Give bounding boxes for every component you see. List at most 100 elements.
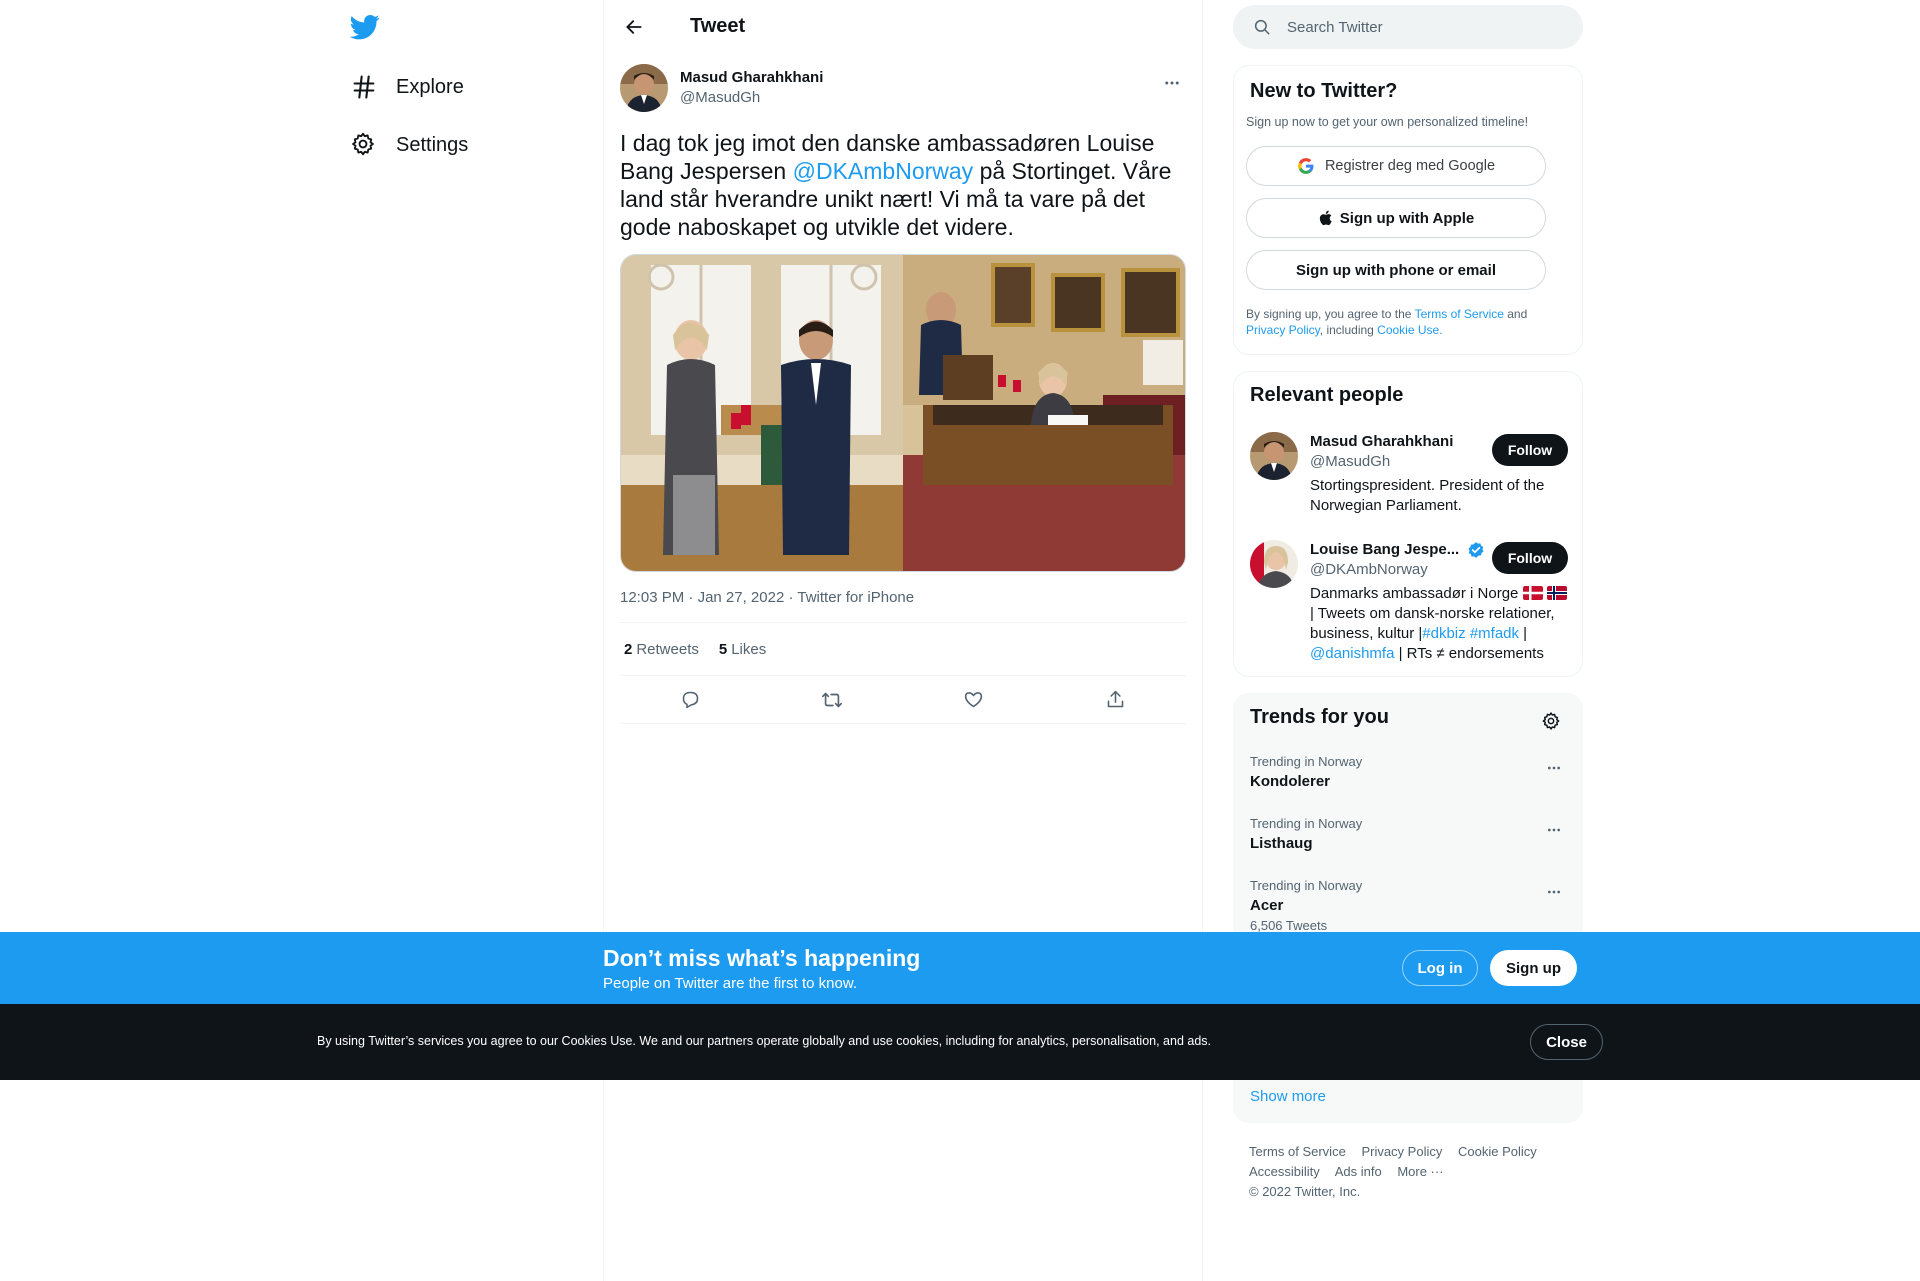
footer-more-link[interactable]: More ···	[1397, 1164, 1443, 1179]
search-input[interactable]	[1287, 18, 1547, 36]
tweet-time[interactable]: 12:03 PM	[620, 589, 684, 606]
separator: ·	[688, 589, 694, 606]
tweet-actions	[620, 676, 1186, 724]
relevant-people-card: Relevant people Masud Gharahkhani @Masud…	[1233, 371, 1583, 677]
cookie-close-button[interactable]: Close	[1530, 1024, 1603, 1060]
tweet-meta: 12:03 PM · Jan 27, 2022 · Twitter for iP…	[620, 589, 1186, 623]
share-icon[interactable]	[1098, 683, 1132, 717]
legal-including: , including	[1319, 323, 1378, 337]
person-bio: Danmarks ambassadør i Norge | Tweets om …	[1310, 584, 1568, 664]
phone-email-signup-button[interactable]: Sign up with phone or email	[1246, 250, 1546, 290]
tweet-source[interactable]: Twitter for iPhone	[797, 589, 914, 606]
avatar[interactable]	[620, 64, 668, 112]
person-name-text: Louise Bang Jespe...	[1310, 541, 1460, 558]
google-icon	[1297, 157, 1315, 175]
footer-link[interactable]: Cookie Policy	[1458, 1144, 1537, 1159]
tweet: Masud Gharahkhani @MasudGh I dag tok jeg…	[604, 53, 1202, 724]
signup-banner-subtitle: People on Twitter are the first to know.	[603, 975, 858, 992]
trend-name: Listhaug	[1250, 835, 1313, 852]
trends-settings-gear-icon[interactable]	[1536, 706, 1566, 736]
tweet-stats: 2 Retweets 5 Likes	[620, 623, 1186, 676]
signup-banner-title: Don’t miss what’s happening	[603, 945, 921, 971]
card-title: Relevant people	[1250, 384, 1404, 406]
tweet-mention-link[interactable]: @DKAmbNorway	[793, 158, 974, 184]
likes-count: 5	[718, 640, 728, 658]
trend-context: Trending in Norway	[1250, 754, 1363, 769]
footer-link[interactable]: Privacy Policy	[1361, 1144, 1442, 1159]
author-handle[interactable]: @MasudGh	[680, 88, 823, 108]
trend-context: Trending in Norway	[1250, 816, 1363, 831]
card-subtitle: Sign up now to get your own personalized…	[1246, 115, 1529, 129]
signup-legal-text: By signing up, you agree to the Terms of…	[1246, 306, 1566, 338]
trend-item[interactable]: Trending in Norway Listhaug	[1250, 816, 1568, 854]
google-signup-button[interactable]: Registrer deg med Google	[1246, 146, 1546, 186]
author-name[interactable]: Masud Gharahkhani	[680, 68, 823, 88]
search-icon	[1253, 18, 1271, 36]
nav-label-explore: Explore	[396, 75, 464, 98]
signup-button[interactable]: Sign up	[1490, 950, 1577, 986]
mention-link[interactable]: @danishmfa	[1310, 645, 1394, 662]
footer-link[interactable]: Terms of Service	[1249, 1144, 1346, 1159]
nav-label-settings: Settings	[396, 133, 469, 156]
terms-link[interactable]: Terms of Service	[1415, 307, 1504, 321]
cookie-banner: By using Twitter’s services you agree to…	[0, 1004, 1920, 1080]
gear-icon	[350, 131, 378, 159]
search-box[interactable]	[1233, 5, 1583, 49]
bio-text: Danmarks ambassadør i Norge	[1310, 585, 1519, 602]
tweet-date[interactable]: Jan 27, 2022	[698, 589, 785, 606]
reply-icon[interactable]	[674, 683, 708, 717]
cookie-use-link[interactable]: Cookie Use.	[1377, 323, 1442, 337]
trend-context: Trending in Norway	[1250, 878, 1363, 893]
verified-badge-icon	[1467, 541, 1485, 559]
apple-icon	[1318, 209, 1334, 227]
more-options-icon[interactable]	[1540, 816, 1568, 844]
trend-item[interactable]: Trending in Norway Acer 6,506 Tweets	[1250, 878, 1568, 934]
likes-label: Likes	[731, 640, 767, 658]
legal-and: and	[1503, 307, 1528, 321]
person-handle[interactable]: @MasudGh	[1310, 452, 1453, 472]
hashtag-link[interactable]: #dkbiz	[1422, 625, 1465, 642]
denmark-flag-icon	[1522, 586, 1543, 600]
tweet-photo[interactable]	[621, 255, 903, 571]
card-title: Trends for you	[1250, 706, 1389, 728]
bio-text: |	[1519, 625, 1528, 642]
retweets-label: Retweets	[636, 640, 699, 658]
trend-name: Kondolerer	[1250, 773, 1331, 790]
nav-item-explore[interactable]: Explore	[350, 63, 464, 111]
footer-links: Terms of Service Privacy Policy Cookie P…	[1249, 1142, 1579, 1202]
back-arrow-icon[interactable]	[620, 13, 648, 41]
retweet-icon[interactable]	[815, 683, 849, 717]
likes-stat[interactable]: 5 Likes	[719, 641, 766, 658]
avatar[interactable]	[1250, 540, 1298, 588]
like-heart-icon[interactable]	[957, 683, 991, 717]
hashtag-icon	[350, 73, 378, 101]
footer-link[interactable]: Ads info	[1335, 1164, 1382, 1179]
retweets-stat[interactable]: 2 Retweets	[624, 641, 699, 658]
apple-signup-button[interactable]: Sign up with Apple	[1246, 198, 1546, 238]
hashtag-link[interactable]: #mfadk	[1470, 625, 1519, 642]
show-more-link[interactable]: Show more	[1250, 1088, 1326, 1105]
signup-banner: Don’t miss what’s happening People on Tw…	[0, 932, 1920, 1004]
card-title: New to Twitter?	[1250, 80, 1398, 102]
tweet-text: I dag tok jeg imot den danske ambassadør…	[620, 129, 1186, 241]
tweet-photo[interactable]	[903, 255, 1185, 571]
person-handle[interactable]: @DKAmbNorway	[1310, 560, 1485, 580]
more-options-icon[interactable]	[1540, 878, 1568, 906]
person-name[interactable]: Masud Gharahkhani	[1310, 432, 1453, 452]
follow-button[interactable]: Follow	[1492, 434, 1568, 466]
privacy-link[interactable]: Privacy Policy	[1246, 323, 1320, 337]
twitter-bird-icon[interactable]	[350, 12, 382, 44]
login-button[interactable]: Log in	[1402, 950, 1478, 986]
avatar[interactable]	[1250, 432, 1298, 480]
person-name[interactable]: Louise Bang Jespe...	[1310, 540, 1485, 560]
person-bio: Stortingspresident. President of the Nor…	[1310, 477, 1545, 514]
nav-item-settings[interactable]: Settings	[350, 121, 468, 169]
follow-button[interactable]: Follow	[1492, 542, 1568, 574]
more-options-icon[interactable]	[1158, 69, 1186, 97]
trend-item[interactable]: Trending in Norway Kondolerer	[1250, 754, 1568, 792]
more-options-icon[interactable]	[1540, 754, 1568, 782]
apple-signup-label: Sign up with Apple	[1339, 209, 1475, 227]
legal-prefix: By signing up, you agree to the	[1246, 307, 1415, 321]
retweets-count: 2	[624, 640, 633, 658]
footer-link[interactable]: Accessibility	[1249, 1164, 1320, 1179]
